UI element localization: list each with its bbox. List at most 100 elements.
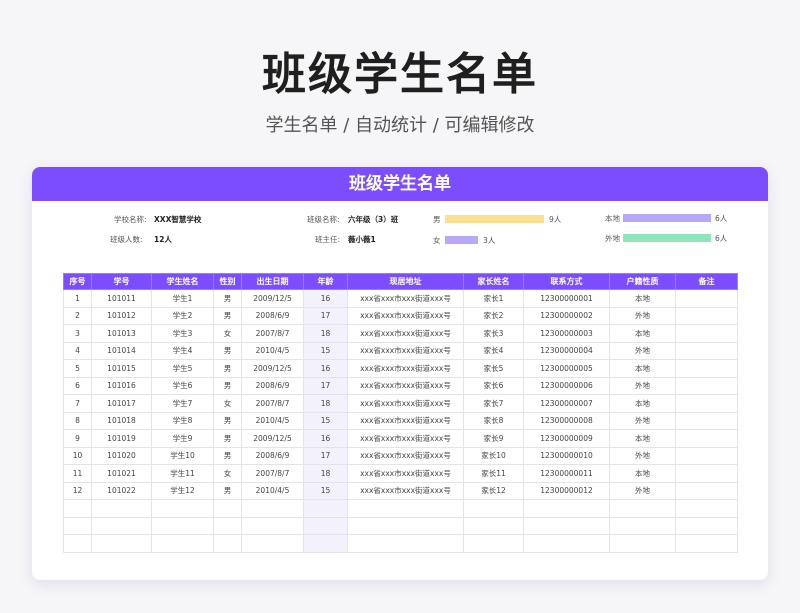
table-row[interactable] bbox=[63, 499, 738, 518]
student-name-cell[interactable] bbox=[151, 534, 214, 553]
address-cell[interactable]: xxx省xxx市xxx街道xxx号 bbox=[347, 324, 464, 343]
notes-cell[interactable] bbox=[675, 429, 738, 448]
parent-name-cell[interactable]: 家长12 bbox=[463, 481, 524, 500]
table-row[interactable]: 5 101015 学生5 男 2009/12/5 16 xxx省xxx市xxx街道xxx号家… bbox=[63, 359, 738, 378]
contact-cell[interactable]: 12300000004 bbox=[523, 341, 610, 360]
age-cell[interactable]: 15 bbox=[303, 341, 348, 360]
notes-cell[interactable] bbox=[675, 324, 738, 343]
address-cell[interactable] bbox=[347, 499, 464, 518]
contact-cell[interactable] bbox=[523, 516, 610, 535]
index-cell[interactable]: 4 bbox=[63, 341, 92, 360]
parent-name-cell[interactable]: 家长10 bbox=[463, 446, 524, 465]
residence-type-cell[interactable]: 外地 bbox=[609, 376, 676, 395]
gender-cell[interactable]: 男 bbox=[213, 429, 242, 448]
birth-date-cell[interactable]: 2010/4/5 bbox=[241, 411, 304, 430]
parent-name-cell[interactable]: 家长1 bbox=[463, 289, 524, 308]
teacher-value[interactable]: 薇小薇1 bbox=[348, 234, 376, 245]
address-cell[interactable]: xxx省xxx市xxx街道xxx号 bbox=[347, 429, 464, 448]
address-cell[interactable] bbox=[347, 534, 464, 553]
address-cell[interactable]: xxx省xxx市xxx街道xxx号 bbox=[347, 376, 464, 395]
address-cell[interactable]: xxx省xxx市xxx街道xxx号 bbox=[347, 411, 464, 430]
address-cell[interactable]: xxx省xxx市xxx街道xxx号 bbox=[347, 464, 464, 483]
birth-date-cell[interactable]: 2008/6/9 bbox=[241, 376, 304, 395]
gender-cell[interactable]: 男 bbox=[213, 359, 242, 378]
notes-cell[interactable] bbox=[675, 341, 738, 360]
parent-name-cell[interactable]: 家长5 bbox=[463, 359, 524, 378]
table-row[interactable]: 7 101017 学生7 女 2007/8/7 18 xxx省xxx市xxx街道xxx号 家长… bbox=[63, 394, 738, 413]
age-cell[interactable]: 15 bbox=[303, 481, 348, 500]
table-row[interactable]: 10 101020 学生10 男 2008/6/9 17 xxx省xxx市xxx街道xxx号… bbox=[63, 446, 738, 465]
student-id-cell[interactable]: 101015 bbox=[91, 359, 152, 378]
residence-type-cell[interactable]: 外地 bbox=[609, 411, 676, 430]
birth-date-cell[interactable] bbox=[241, 534, 304, 553]
student-name-cell[interactable] bbox=[151, 516, 214, 535]
notes-cell[interactable] bbox=[675, 499, 738, 518]
student-name-cell[interactable]: 学生7 bbox=[151, 394, 214, 413]
birth-date-cell[interactable]: 2010/4/5 bbox=[241, 341, 304, 360]
student-id-cell[interactable]: 101020 bbox=[91, 446, 152, 465]
student-name-cell[interactable]: 学生1 bbox=[151, 289, 214, 308]
birth-date-cell[interactable]: 2009/12/5 bbox=[241, 359, 304, 378]
residence-type-cell[interactable]: 本地 bbox=[609, 429, 676, 448]
residence-type-cell[interactable] bbox=[609, 534, 676, 553]
age-cell[interactable]: 15 bbox=[303, 411, 348, 430]
notes-cell[interactable] bbox=[675, 411, 738, 430]
table-row[interactable]: 3 101013 学生3 女 2007/8/7 18 xxx省xxx市xxx街道xxx号 家长… bbox=[63, 324, 738, 343]
contact-cell[interactable]: 12300000012 bbox=[523, 481, 610, 500]
gender-cell[interactable]: 男 bbox=[213, 446, 242, 465]
birth-date-cell[interactable]: 2009/12/5 bbox=[241, 289, 304, 308]
address-cell[interactable]: xxx省xxx市xxx街道xxx号 bbox=[347, 394, 464, 413]
table-row[interactable]: 1 101011 学生1 男 2009/12/5 16 xxx省xxx市xxx街道xxx号家… bbox=[63, 289, 738, 308]
index-cell[interactable]: 6 bbox=[63, 376, 92, 395]
table-row[interactable]: 12 101022 学生12 男 2010/4/5 15 xxx省xxx市xxx街道xxx号… bbox=[63, 481, 738, 500]
table-row[interactable]: 8 101018 学生8 男 2010/4/5 15 xxx省xxx市xxx街道xxx号 家长… bbox=[63, 411, 738, 430]
age-cell[interactable]: 18 bbox=[303, 394, 348, 413]
student-name-cell[interactable]: 学生3 bbox=[151, 324, 214, 343]
student-name-cell[interactable]: 学生5 bbox=[151, 359, 214, 378]
residence-type-cell[interactable]: 外地 bbox=[609, 481, 676, 500]
contact-cell[interactable] bbox=[523, 534, 610, 553]
student-id-cell[interactable]: 101018 bbox=[91, 411, 152, 430]
age-cell[interactable]: 18 bbox=[303, 464, 348, 483]
index-cell[interactable]: 10 bbox=[63, 446, 92, 465]
student-id-cell[interactable]: 101016 bbox=[91, 376, 152, 395]
birth-date-cell[interactable] bbox=[241, 516, 304, 535]
parent-name-cell[interactable]: 家长4 bbox=[463, 341, 524, 360]
notes-cell[interactable] bbox=[675, 481, 738, 500]
student-id-cell[interactable]: 101012 bbox=[91, 306, 152, 325]
birth-date-cell[interactable]: 2009/12/5 bbox=[241, 429, 304, 448]
student-name-cell[interactable]: 学生10 bbox=[151, 446, 214, 465]
index-cell[interactable]: 7 bbox=[63, 394, 92, 413]
parent-name-cell[interactable] bbox=[463, 499, 524, 518]
residence-type-cell[interactable]: 本地 bbox=[609, 394, 676, 413]
gender-cell[interactable]: 男 bbox=[213, 289, 242, 308]
student-id-cell[interactable]: 101022 bbox=[91, 481, 152, 500]
index-cell[interactable]: 12 bbox=[63, 481, 92, 500]
parent-name-cell[interactable]: 家长8 bbox=[463, 411, 524, 430]
gender-cell[interactable]: 男 bbox=[213, 306, 242, 325]
gender-cell[interactable]: 女 bbox=[213, 394, 242, 413]
gender-cell[interactable] bbox=[213, 534, 242, 553]
gender-cell[interactable] bbox=[213, 516, 242, 535]
student-name-cell[interactable] bbox=[151, 499, 214, 518]
parent-name-cell[interactable] bbox=[463, 516, 524, 535]
student-name-cell[interactable]: 学生4 bbox=[151, 341, 214, 360]
table-row[interactable]: 6 101016 学生6 男 2008/6/9 17 xxx省xxx市xxx街道xxx号 家长… bbox=[63, 376, 738, 395]
index-cell[interactable]: 8 bbox=[63, 411, 92, 430]
gender-cell[interactable]: 男 bbox=[213, 341, 242, 360]
parent-name-cell[interactable]: 家长3 bbox=[463, 324, 524, 343]
table-row[interactable] bbox=[63, 534, 738, 553]
contact-cell[interactable]: 12300000005 bbox=[523, 359, 610, 378]
student-name-cell[interactable]: 学生8 bbox=[151, 411, 214, 430]
age-cell[interactable] bbox=[303, 534, 348, 553]
contact-cell[interactable]: 12300000001 bbox=[523, 289, 610, 308]
index-cell[interactable] bbox=[63, 516, 92, 535]
birth-date-cell[interactable]: 2007/8/7 bbox=[241, 394, 304, 413]
student-id-cell[interactable] bbox=[91, 516, 152, 535]
birth-date-cell[interactable]: 2007/8/7 bbox=[241, 324, 304, 343]
age-cell[interactable]: 16 bbox=[303, 429, 348, 448]
notes-cell[interactable] bbox=[675, 446, 738, 465]
address-cell[interactable]: xxx省xxx市xxx街道xxx号 bbox=[347, 306, 464, 325]
notes-cell[interactable] bbox=[675, 464, 738, 483]
parent-name-cell[interactable]: 家长2 bbox=[463, 306, 524, 325]
